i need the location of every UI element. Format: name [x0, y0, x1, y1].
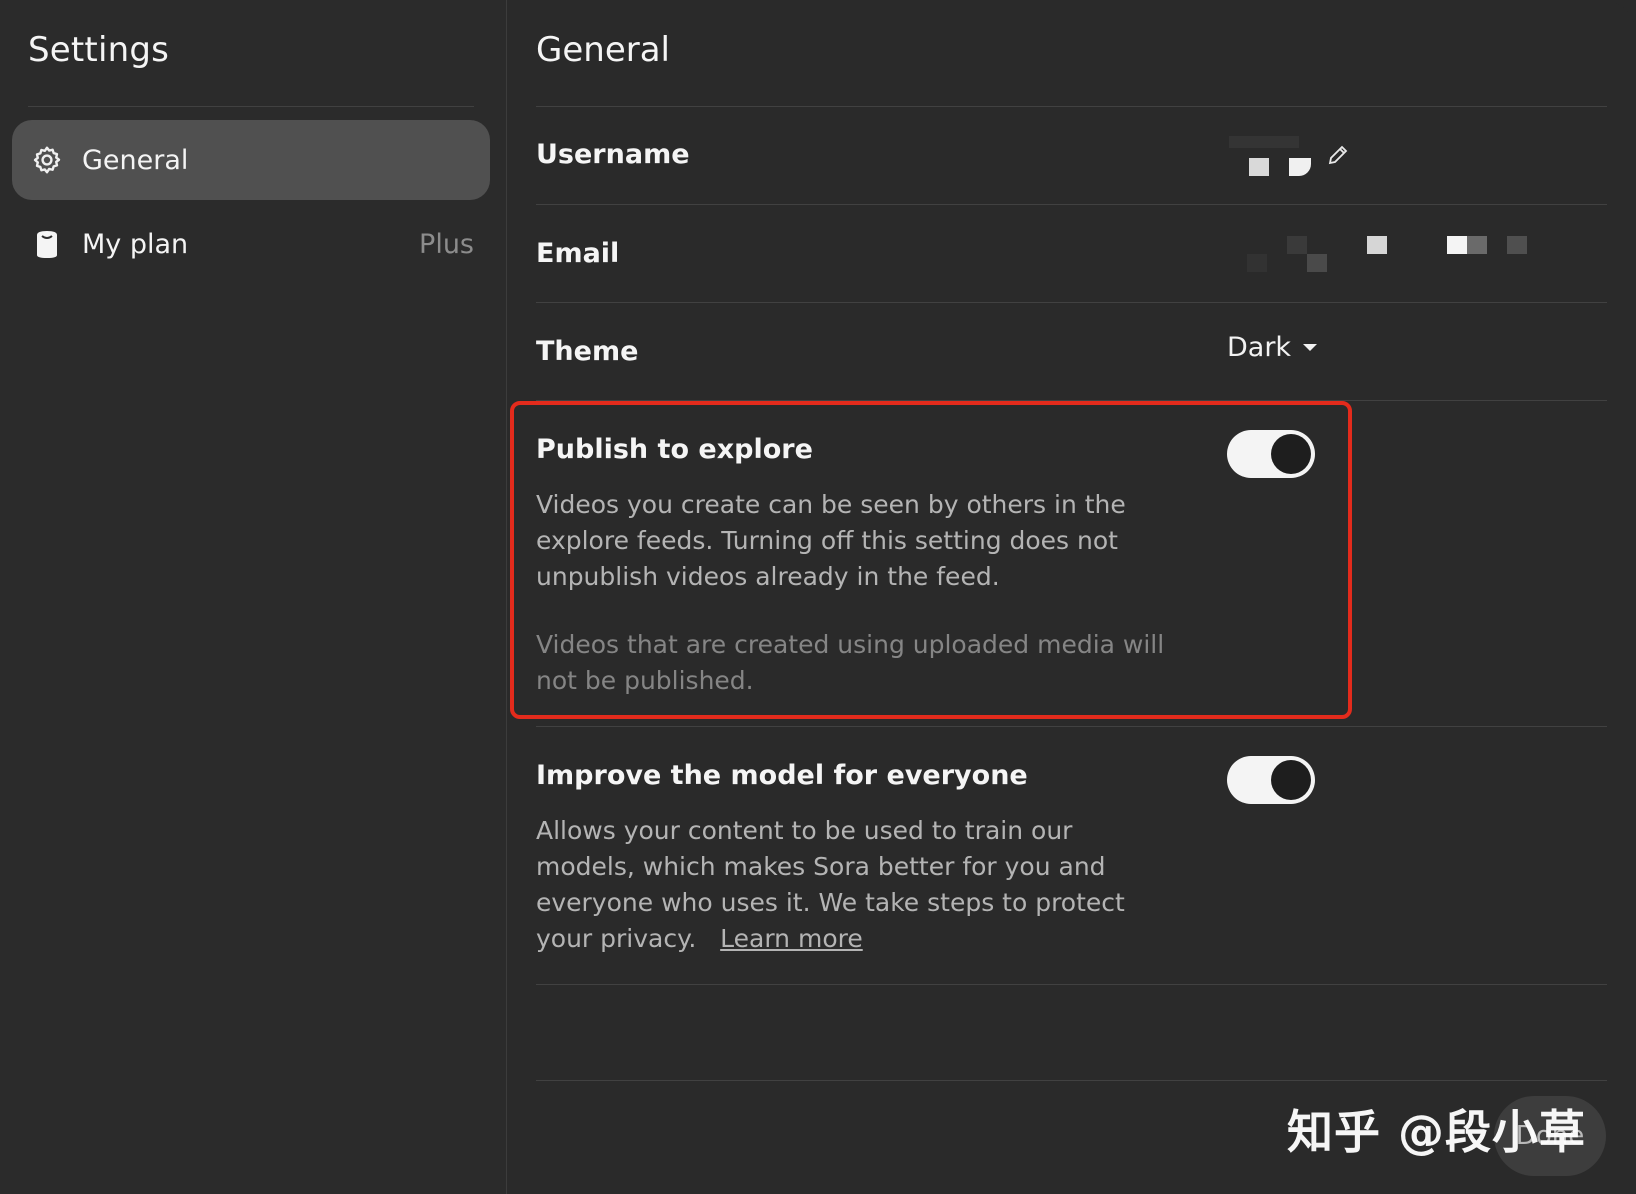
sidebar-item-label: My plan [82, 228, 189, 260]
divider [536, 726, 1607, 727]
divider [536, 204, 1607, 205]
done-button[interactable]: Done [1494, 1096, 1606, 1176]
email-label: Email [536, 238, 620, 269]
toggle-knob [1271, 760, 1311, 800]
username-label: Username [536, 139, 690, 170]
divider [536, 106, 1607, 107]
plan-badge: Plus [419, 228, 474, 260]
learn-more-link[interactable]: Learn more [720, 924, 863, 953]
divider [536, 302, 1607, 303]
sidebar-divider [28, 106, 474, 107]
theme-dropdown[interactable]: Dark [1227, 332, 1318, 363]
sidebar-item-label: General [82, 144, 189, 176]
plan-icon [30, 227, 64, 261]
publish-description: Videos you create can be seen by others … [536, 490, 1126, 591]
sidebar-item-general[interactable]: General [12, 120, 490, 200]
improve-label: Improve the model for everyone [536, 760, 1028, 791]
sidebar-item-my-plan[interactable]: My plan Plus [12, 204, 490, 284]
improve-description: Allows your content to be used to train … [536, 813, 1156, 957]
improve-toggle[interactable] [1227, 756, 1315, 804]
gear-icon [30, 143, 64, 177]
pencil-icon[interactable] [1326, 143, 1350, 167]
sidebar-title: Settings [28, 30, 170, 70]
main-panel: General Username Email Theme Dark Publis… [507, 0, 1636, 1194]
toggle-knob [1271, 434, 1311, 474]
settings-window: Settings General My plan Plus General Us… [0, 0, 1636, 1194]
publish-label: Publish to explore [536, 434, 813, 465]
divider [536, 1080, 1607, 1081]
divider [536, 400, 1607, 401]
divider [536, 984, 1607, 985]
theme-label: Theme [536, 336, 639, 367]
theme-value: Dark [1227, 332, 1292, 363]
page-title: General [536, 30, 670, 70]
publish-note: Videos that are created using uploaded m… [536, 630, 1165, 695]
sidebar: Settings General My plan Plus [0, 0, 507, 1194]
publish-toggle[interactable] [1227, 430, 1315, 478]
chevron-down-icon [1303, 344, 1318, 351]
